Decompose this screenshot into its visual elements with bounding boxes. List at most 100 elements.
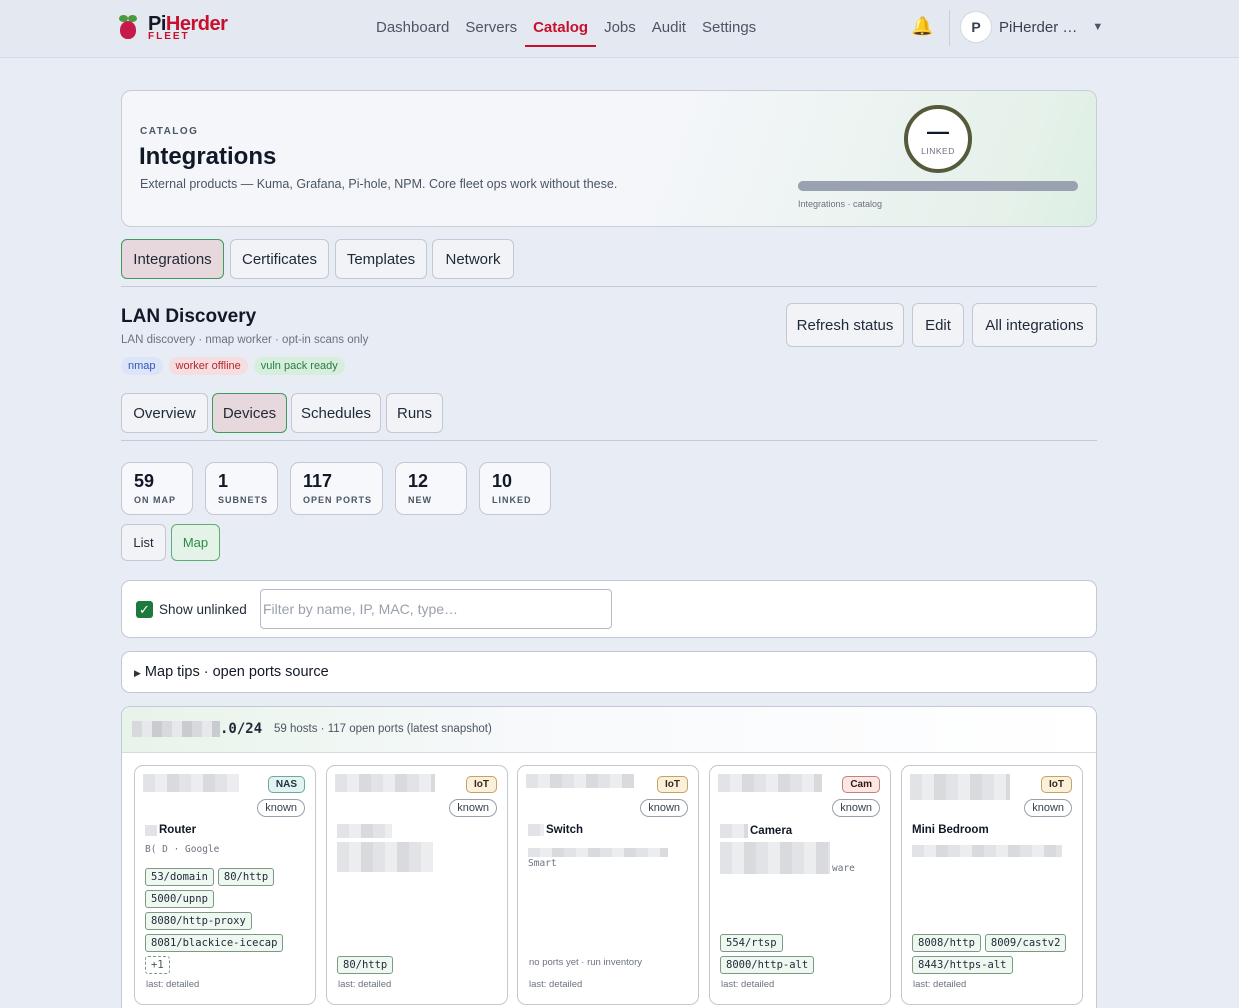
show-unlinked-label[interactable]: Show unlinked	[159, 602, 247, 617]
redacted-name	[337, 824, 392, 838]
redacted-vendor: ware	[720, 842, 855, 874]
status-chips: nmap worker offline vuln pack ready	[121, 357, 345, 375]
device-card[interactable]: IoT known Mini Bedroom 8008/http 8009/ca…	[901, 765, 1083, 1005]
device-name: Mini Bedroom	[912, 824, 989, 836]
device-card[interactable]: IoT known Switch Smart no ports yet · ru…	[517, 765, 699, 1005]
device-type-badge: IoT	[657, 776, 688, 793]
known-badge: known	[257, 799, 305, 817]
port-tag: 80/http	[217, 868, 275, 886]
stat-value: 10	[492, 471, 513, 491]
redacted-vendor	[337, 842, 433, 877]
redacted-hostname	[718, 774, 822, 792]
device-card[interactable]: Cam known Camera ware 554/rtsp 8000/http…	[709, 765, 891, 1005]
integration-title: LAN Discovery	[121, 306, 257, 327]
disclosure-triangle-icon: ▶	[134, 668, 141, 678]
tab-network[interactable]: Network	[432, 239, 514, 279]
known-badge: known	[1024, 799, 1072, 817]
port-tag: 8080/http-proxy	[145, 912, 252, 930]
chevron-down-icon: ▼	[1092, 21, 1104, 33]
redacted-hostname	[143, 774, 239, 792]
redacted-hostname	[335, 774, 435, 792]
app-logo[interactable]: PiHerder FLEET	[118, 14, 228, 42]
filter-input[interactable]	[260, 589, 612, 629]
last-scan: last: detailed	[721, 979, 775, 990]
user-menu[interactable]: P PiHerder … ▼	[960, 11, 1103, 43]
no-ports-note: no ports yet · run inventory	[529, 957, 642, 968]
view-list-button[interactable]: List	[121, 524, 166, 561]
user-name: PiHerder …	[999, 18, 1078, 36]
tab-schedules[interactable]: Schedules	[291, 393, 381, 433]
last-scan: last: detailed	[529, 979, 583, 990]
stat-open-ports: 117 OPEN PORTS	[290, 462, 383, 515]
stat-label: LINKED	[492, 495, 532, 505]
redacted-hostname	[910, 774, 1010, 800]
redacted-prefix	[132, 721, 220, 737]
port-tag: 8009/castv2	[984, 934, 1067, 952]
stat-value: 1	[218, 471, 229, 491]
map-tips-label: Map tips · open ports source	[144, 664, 329, 680]
show-unlinked-checkbox[interactable]: ✓	[136, 601, 153, 618]
port-tag: 5000/upnp	[145, 890, 214, 908]
page-title: Integrations	[139, 143, 277, 170]
tab-integrations[interactable]: Integrations	[121, 239, 224, 279]
tab-devices[interactable]: Devices	[212, 393, 287, 433]
stat-value: 12	[408, 471, 429, 491]
tab-templates[interactable]: Templates	[335, 239, 427, 279]
nav-dashboard[interactable]: Dashboard	[368, 17, 457, 47]
nav-jobs[interactable]: Jobs	[596, 17, 644, 47]
more-ports-tag[interactable]: +1	[145, 956, 170, 974]
port-list: 80/http	[337, 956, 497, 974]
device-card[interactable]: NAS known Router B( D · Google 53/domain…	[134, 765, 316, 1005]
all-integrations-button[interactable]: All integrations	[972, 303, 1097, 347]
tab-certificates[interactable]: Certificates	[230, 239, 329, 279]
known-badge: known	[449, 799, 497, 817]
stat-new: 12 NEW	[395, 462, 467, 515]
stat-label: SUBNETS	[218, 495, 269, 505]
integration-subtitle: LAN discovery · nmap worker · opt-in sca…	[121, 334, 369, 346]
device-type-badge: Cam	[842, 776, 880, 793]
progress-bar	[798, 181, 1078, 191]
device-vendor: B( D · Google	[145, 844, 220, 855]
chip-vuln-pack: vuln pack ready	[253, 357, 345, 375]
stat-label: OPEN PORTS	[303, 495, 373, 505]
redacted-hostname	[526, 774, 634, 788]
nav-servers[interactable]: Servers	[457, 17, 525, 47]
redacted-text	[528, 824, 544, 836]
subnet-header[interactable]: .0/24 59 hosts · 117 open ports (latest …	[122, 707, 1096, 753]
stat-subnets: 1 SUBNETS	[205, 462, 278, 515]
raspberry-icon	[118, 15, 138, 41]
stat-value: 117	[303, 471, 333, 491]
edit-button[interactable]: Edit	[912, 303, 964, 347]
top-nav-bar: PiHerder FLEET Dashboard Servers Catalog…	[0, 0, 1239, 58]
known-badge: known	[832, 799, 880, 817]
subnet-meta: 59 hosts · 117 open ports (latest snapsh…	[274, 723, 492, 735]
redacted-text	[145, 824, 157, 836]
port-tag: 53/domain	[145, 868, 214, 886]
notifications-bell-icon[interactable]: 🔔	[911, 16, 933, 37]
port-tag: 8081/blackice-icecap	[145, 934, 284, 952]
refresh-status-button[interactable]: Refresh status	[786, 303, 904, 347]
map-tips-disclosure[interactable]: ▶ Map tips · open ports source	[121, 651, 1097, 693]
device-type-badge: IoT	[466, 776, 497, 793]
port-list: 554/rtsp 8000/http-alt	[720, 934, 880, 974]
hero-footer: Integrations · catalog	[798, 199, 883, 209]
nav-audit[interactable]: Audit	[644, 17, 694, 47]
device-name: Switch	[546, 824, 584, 836]
tab-runs[interactable]: Runs	[386, 393, 443, 433]
stat-label: NEW	[408, 495, 432, 505]
tab-overview[interactable]: Overview	[121, 393, 208, 433]
port-tag: 554/rtsp	[720, 934, 783, 952]
main-nav: Dashboard Servers Catalog Jobs Audit Set…	[368, 17, 764, 47]
linked-ring-label: LINKED	[921, 146, 955, 156]
port-list: 53/domain 80/http 5000/upnp 8080/http-pr…	[145, 868, 305, 974]
stat-value: 59	[134, 471, 155, 491]
view-map-button[interactable]: Map	[171, 524, 220, 561]
subnet-cidr: .0/24	[220, 721, 263, 737]
known-badge: known	[640, 799, 688, 817]
port-tag: 8443/https-alt	[912, 956, 1013, 974]
nav-catalog[interactable]: Catalog	[525, 17, 597, 47]
device-card[interactable]: IoT known 80/http last: detailed	[326, 765, 508, 1005]
nav-settings[interactable]: Settings	[694, 17, 764, 47]
port-tag: 8008/http	[912, 934, 981, 952]
page-subtitle: External products — Kuma, Grafana, Pi-ho…	[140, 177, 618, 191]
